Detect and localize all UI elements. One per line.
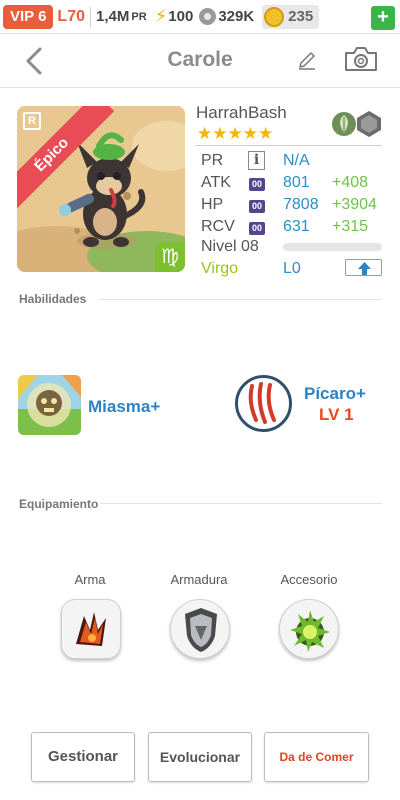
paws-value: 329K — [218, 8, 255, 25]
claw-skill-icon[interactable] — [234, 374, 293, 433]
rcv-tag: 00 — [249, 222, 265, 235]
coins-value: 235 — [288, 8, 314, 25]
pet-name: HarrahBash — [196, 103, 287, 122]
rock-element-icon — [357, 111, 381, 137]
hp-label: HP — [201, 196, 224, 213]
divider — [90, 6, 91, 27]
level-label: Nivel 08 — [201, 238, 259, 255]
up-arrow-icon — [358, 262, 371, 275]
power-rating-unit: PR — [131, 10, 147, 23]
level-progress-bar — [283, 243, 382, 251]
zodiac-upgrade-button[interactable] — [345, 259, 382, 276]
player-level: L70 — [57, 7, 85, 25]
virgo-zodiac-icon: ♍ — [155, 242, 185, 272]
zodiac-label: Virgo — [201, 260, 239, 277]
add-coins-button[interactable]: + — [371, 6, 395, 30]
zodiac-level: L0 — [283, 260, 301, 277]
pr-label: PR — [201, 152, 224, 169]
skill-name: Miasma+ — [88, 397, 161, 416]
armor-slot[interactable] — [170, 599, 230, 659]
evolve-button[interactable]: Evolucionar — [148, 732, 252, 782]
atk-tag: 00 — [249, 178, 265, 191]
weapon-label: Arma — [74, 572, 106, 587]
energy-value: 100 — [168, 8, 194, 25]
pencil-icon[interactable] — [297, 50, 317, 70]
divider — [100, 299, 382, 300]
star-rating: ★★★★★ — [197, 124, 274, 143]
status-bar: VIP 6 L70 1,4M PR ⚡ 100 329K 235 + — [0, 0, 400, 34]
pr-info-button[interactable]: i — [248, 151, 265, 170]
feed-button[interactable]: Da de Comer — [264, 732, 369, 782]
miasma-skill-icon[interactable] — [18, 375, 81, 435]
vip-badge[interactable]: VIP 6 — [3, 4, 54, 29]
power-rating-value: 1,4M — [96, 8, 130, 25]
coin-counter[interactable]: 235 — [262, 4, 320, 29]
accessory-label: Accesorio — [280, 572, 338, 587]
atk-value: 801 — [283, 174, 310, 191]
rarity-letter-badge: R — [23, 112, 41, 130]
paw-icon — [199, 8, 217, 25]
coin-icon — [264, 6, 285, 27]
armor-label: Armadura — [170, 572, 228, 587]
atk-bonus: +408 — [332, 174, 369, 191]
hp-bonus: +3904 — [332, 196, 377, 213]
skill-level: LV 1 — [319, 405, 354, 424]
skill-name: Pícaro+ — [304, 384, 366, 403]
page-header: Carole — [0, 34, 400, 88]
skills-section-title: Habilidades — [19, 292, 87, 306]
rcv-value: 631 — [283, 218, 310, 235]
camera-icon[interactable] — [344, 46, 378, 72]
equipment-section-title: Equipamiento — [19, 497, 99, 511]
pet-portrait[interactable]: R Épico ♍ — [17, 106, 185, 272]
claw-weapon-icon — [76, 612, 106, 646]
leaf-element-icon — [332, 112, 356, 136]
accessory-slot[interactable] — [279, 599, 339, 659]
rcv-label: RCV — [201, 218, 235, 235]
bolt-icon: ⚡ — [154, 6, 168, 26]
atk-label: ATK — [201, 174, 231, 191]
rcv-bonus: +315 — [332, 218, 369, 235]
manage-button[interactable]: Gestionar — [31, 732, 135, 782]
thorn-accessory-icon — [290, 610, 330, 652]
weapon-slot[interactable] — [61, 599, 121, 659]
shield-armor-icon — [185, 608, 217, 652]
divider — [196, 145, 382, 146]
hp-tag: 00 — [249, 200, 265, 213]
hp-value: 7808 — [283, 196, 319, 213]
page-title: Carole — [167, 48, 233, 71]
divider — [100, 503, 382, 504]
pr-value: N/A — [283, 152, 310, 169]
